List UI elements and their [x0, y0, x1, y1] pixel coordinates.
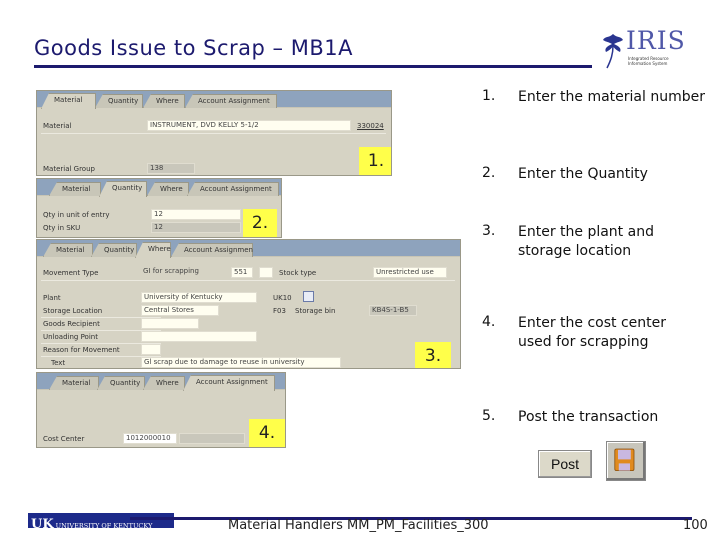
- text-label: Text: [51, 359, 66, 367]
- qty-unit-entry-label: Qty in unit of entry: [43, 211, 110, 219]
- movement-type-code-field: 551: [231, 267, 253, 278]
- iris-logo: IRIS Integrated Resource Information Sys…: [598, 26, 685, 72]
- movement-type-field: GI for scrapping: [143, 267, 199, 275]
- tab-material[interactable]: Material: [41, 93, 96, 109]
- tab-quantity[interactable]: Quantity: [99, 181, 147, 197]
- plant-label: Plant: [43, 294, 61, 302]
- cost-center-field[interactable]: 1012000010: [123, 433, 177, 444]
- plant-field[interactable]: University of Kentucky: [141, 292, 257, 303]
- unloading-point-label: Unloading Point: [43, 333, 98, 341]
- sap-screen-quantity: Material Quantity Where Account Assignme…: [36, 178, 282, 238]
- iris-subtitle: Integrated Resource Information System: [628, 56, 669, 66]
- save-button[interactable]: [606, 441, 646, 481]
- search-help-icon[interactable]: [303, 291, 314, 302]
- movement-type-label: Movement Type: [43, 269, 99, 277]
- tab-strip: Material Quantity Where Account Assignme…: [37, 91, 391, 109]
- iris-flower-icon: [603, 34, 623, 69]
- page-number: 100: [683, 518, 708, 533]
- storage-location-field[interactable]: Central Stores: [141, 305, 219, 316]
- step-text: Enter the plant and storage location: [518, 224, 654, 259]
- stock-type-label: Stock type: [279, 269, 317, 277]
- tab-quantity[interactable]: Quantity: [91, 243, 137, 257]
- step-badge-3: 3.: [415, 342, 451, 368]
- tab-where[interactable]: Where: [147, 182, 189, 196]
- storage-bin-label: Storage bin: [295, 307, 336, 315]
- goods-recipient-field[interactable]: [141, 318, 199, 329]
- tab-account-assignment[interactable]: Account Assignment: [183, 375, 275, 391]
- material-number-link[interactable]: 330024: [357, 122, 384, 130]
- goods-recipient-label: Goods Recipient: [43, 320, 100, 328]
- footer-course-title: Material Handlers MM_PM_Facilities_300: [228, 518, 489, 533]
- tab-quantity[interactable]: Quantity: [95, 94, 143, 108]
- step-text: Post the transaction: [518, 409, 659, 425]
- reason-for-movement-field[interactable]: [141, 344, 161, 355]
- text-field[interactable]: Gl scrap due to damage to reuse in unive…: [141, 357, 341, 368]
- title-underline: [34, 65, 592, 68]
- tab-account-assignment[interactable]: Account Assignment: [187, 182, 279, 196]
- tab-strip: Material Quantity Where Account Assignme…: [37, 373, 285, 391]
- floppy-disk-icon: [614, 448, 635, 471]
- tab-material[interactable]: Material: [43, 243, 93, 257]
- material-label: Material: [43, 122, 72, 130]
- qty-sku-field: 12: [151, 222, 241, 233]
- step-text: Enter the Quantity: [518, 166, 648, 182]
- qty-unit-entry-field[interactable]: 12: [151, 209, 241, 220]
- sap-screen-where: Material Quantity Where Account Assignme…: [36, 239, 461, 369]
- material-group-label: Material Group: [43, 165, 95, 173]
- reason-for-movement-label: Reason for Movement: [43, 346, 120, 354]
- tab-where[interactable]: Where: [135, 242, 171, 258]
- sap-screen-material: Material Quantity Where Account Assignme…: [36, 90, 392, 176]
- step-badge-1: 1.: [359, 147, 391, 175]
- tab-strip: Material Quantity Where Account Assignme…: [37, 240, 460, 258]
- storage-location-code: F03: [273, 307, 286, 315]
- material-description-field[interactable]: INSTRUMENT, DVD KELLY 5-1/2: [147, 120, 351, 131]
- tab-where[interactable]: Where: [143, 376, 185, 390]
- tab-material[interactable]: Material: [49, 376, 99, 390]
- sap-screen-account-assignment: Material Quantity Where Account Assignme…: [36, 372, 286, 448]
- post-button[interactable]: Post: [538, 450, 592, 478]
- tab-account-assignment[interactable]: Account Assignment: [171, 243, 253, 257]
- step-number: 5.: [482, 408, 496, 424]
- unloading-point-field[interactable]: [141, 331, 257, 342]
- stock-type-field[interactable]: Unrestricted use: [373, 267, 447, 278]
- step-text: Enter the material number: [518, 89, 705, 105]
- tab-where[interactable]: Where: [143, 94, 185, 108]
- step-badge-4: 4.: [249, 419, 285, 447]
- storage-location-label: Storage Location: [43, 307, 103, 315]
- iris-wordmark: IRIS: [626, 26, 686, 55]
- step-badge-2: 2.: [243, 209, 277, 237]
- cost-center-label: Cost Center: [43, 435, 85, 443]
- storage-bin-field: KB4S-1-B5: [369, 305, 417, 316]
- cost-center-description: [179, 433, 245, 444]
- tab-quantity[interactable]: Quantity: [97, 376, 145, 390]
- step-number: 4.: [482, 314, 496, 330]
- plant-code: UK10: [273, 294, 292, 302]
- special-stock-field[interactable]: [259, 267, 273, 278]
- slide-title: Goods Issue to Scrap – MB1A: [34, 36, 353, 60]
- material-group-field: 138: [147, 163, 195, 174]
- step-text: Enter the cost center used for scrapping: [518, 315, 666, 350]
- step-number: 2.: [482, 165, 496, 181]
- qty-sku-label: Qty in SKU: [43, 224, 81, 232]
- uk-logo: UK UNIVERSITY OF KENTUCKY: [28, 513, 174, 528]
- step-number: 3.: [482, 223, 496, 239]
- tab-material[interactable]: Material: [49, 182, 101, 196]
- step-number: 1.: [482, 88, 496, 104]
- tab-strip: Material Quantity Where Account Assignme…: [37, 179, 281, 197]
- tab-account-assignment[interactable]: Account Assignment: [185, 94, 277, 108]
